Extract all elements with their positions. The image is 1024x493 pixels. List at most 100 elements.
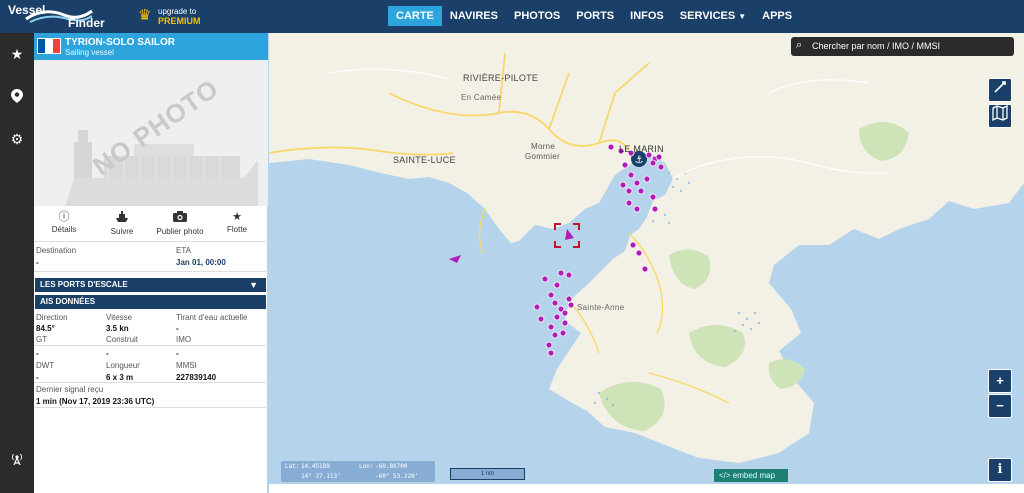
gt-label: GT [36, 335, 48, 344]
upgrade-premium-link[interactable]: ♛ upgrade to PREMIUM [138, 7, 218, 27]
camera-icon [150, 211, 210, 226]
map-label-morne: Morne [531, 142, 556, 151]
map-label-le-marin: LE MARIN [619, 144, 664, 154]
premium-line1: upgrade to [158, 7, 197, 16]
france-flag-icon [37, 38, 61, 54]
search-input[interactable]: Chercher par nom / IMO / MMSI [812, 41, 940, 51]
built-value: - [106, 349, 109, 358]
zoom-out-button[interactable]: − [988, 394, 1012, 418]
vesselfinder-logo[interactable]: Vessel Finder [6, 3, 116, 30]
divider [34, 241, 268, 242]
settings-gear-icon[interactable]: ⚙ [0, 131, 34, 148]
star-icon: ★ [232, 211, 242, 223]
lon-dms: -60° 53.220' [375, 473, 419, 480]
vessel-header: TYRION-SOLO SAILOR Sailing vessel [34, 33, 268, 60]
divider [34, 271, 268, 272]
svg-text:⚓: ⚓ [635, 155, 644, 166]
caret-down-icon: ▼ [738, 12, 747, 21]
mmsi-label: MMSI [176, 361, 197, 370]
vessel-search-box[interactable]: ⌕ Chercher par nom / IMO / MMSI [791, 37, 1014, 56]
dwt-label: DWT [36, 361, 55, 370]
vessel-name: TYRION-SOLO SAILOR [65, 37, 175, 48]
map-view[interactable]: ⚓ RIVIÈRE-PILOTE En Camée Morne Gommier … [269, 33, 1024, 493]
lat-value: 14.45189 [301, 463, 330, 470]
crown-icon: ♛ [138, 7, 152, 24]
vessel-type: Sailing vessel [65, 48, 114, 57]
ports-of-call-title: LES PORTS D'ESCALE [40, 280, 128, 289]
publish-photo-button[interactable]: Publier photo [150, 211, 210, 236]
nav-services[interactable]: SERVICES ▼ [672, 6, 754, 26]
compass-icon [994, 81, 1006, 93]
imo-label: IMO [176, 335, 192, 344]
last-signal-value: 1 min (Nov 17, 2019 23:36 UTC) [36, 397, 155, 406]
nav-apps[interactable]: APPS [754, 6, 800, 26]
map-info-button[interactable]: i [988, 458, 1012, 482]
nav-carte[interactable]: CARTE [388, 6, 442, 26]
fleet-label: Flotte [226, 225, 247, 234]
location-pin-icon[interactable] [0, 89, 34, 106]
direction-label: Direction [36, 313, 68, 322]
vessel-panel: TYRION-SOLO SAILOR Sailing vessel NO PHO… [34, 33, 268, 493]
divider [34, 345, 268, 346]
logo-text-finder: Finder [68, 16, 105, 30]
gt-value: - [36, 349, 39, 358]
nav-navires[interactable]: NAVIRES [442, 6, 506, 26]
zoom-in-button[interactable]: + [988, 369, 1012, 393]
lat-label: Lat: [285, 463, 300, 470]
destination-value: - [36, 258, 39, 267]
cursor-coordinates: Lat: 14.45189 Lon: -60.88700 14° 27.113'… [281, 461, 435, 482]
premium-line2: PREMIUM [158, 16, 201, 26]
map-scale-bar: 1 nm [450, 468, 525, 480]
follow-button[interactable]: Suivre [96, 211, 148, 236]
antenna-icon[interactable] [0, 451, 34, 468]
divider [34, 382, 268, 383]
speed-value: 3.5 kn [106, 324, 129, 333]
nav-infos[interactable]: INFOS [622, 6, 672, 26]
fleet-button[interactable]: ★ Flotte [214, 211, 260, 234]
lat-dms: 14° 27.113' [301, 473, 341, 480]
last-signal-label: Dernier signal reçu [36, 385, 104, 394]
draught-label: Tirant d'eau actuelle [176, 313, 248, 322]
imo-value: - [176, 349, 179, 358]
map-label-gommier: Gommier [525, 152, 560, 161]
ship-icon [96, 211, 148, 226]
lon-value: -60.88700 [375, 463, 408, 470]
eta-label: ETA [176, 246, 191, 255]
length-value: 6 x 3 m [106, 373, 134, 382]
eta-value: Jan 01, 00:00 [176, 258, 226, 267]
publish-photo-label: Publier photo [156, 227, 204, 236]
map-icon [992, 104, 1008, 122]
vessel-actions: ⓘ Détails Suivre Publier photo ★ Flotte [34, 211, 268, 241]
star-icon[interactable]: ★ [0, 46, 34, 63]
lon-label: Lon: [359, 463, 374, 470]
expand-arrow-icon: ▼ [249, 280, 258, 290]
draught-value: - [176, 324, 179, 333]
direction-value: 84.5° [36, 324, 55, 333]
map-label-en-camee: En Camée [461, 93, 502, 102]
dwt-value: - [36, 373, 39, 382]
details-label: Détails [51, 225, 77, 234]
embed-map-button[interactable]: </> embed map [714, 469, 788, 482]
map-footer-strip [269, 484, 1024, 493]
nav-services-label: SERVICES [679, 10, 736, 22]
map-layers-button[interactable] [988, 104, 1012, 128]
ais-data-title: AIS DONNÉES [40, 297, 96, 306]
nav-ports[interactable]: PORTS [568, 6, 622, 26]
destination-label: Destination [36, 246, 77, 255]
speed-label: Vitesse [106, 313, 133, 322]
top-bar: Vessel Finder ♛ upgrade to PREMIUM CARTE… [0, 0, 1024, 33]
built-label: Construit [106, 335, 139, 344]
map-label-sainte-anne: Sainte-Anne [577, 303, 625, 312]
measure-tool-button[interactable] [988, 78, 1012, 102]
map-canvas[interactable]: ⚓ [269, 33, 1024, 493]
divider [34, 407, 268, 408]
left-rail: ★ ⚙ [0, 33, 34, 493]
search-icon: ⌕ [796, 39, 803, 51]
ports-of-call-section[interactable]: LES PORTS D'ESCALE ▼ [35, 278, 266, 292]
mmsi-value: 227839140 [176, 373, 217, 382]
ais-data-section: AIS DONNÉES [35, 295, 266, 309]
map-label-sainte-luce: SAINTE-LUCE [393, 155, 456, 165]
nav-photos[interactable]: PHOTOS [506, 6, 568, 26]
details-button[interactable]: ⓘ Détails [38, 211, 90, 234]
vessel-photo-placeholder: NO PHOTO [34, 60, 268, 206]
